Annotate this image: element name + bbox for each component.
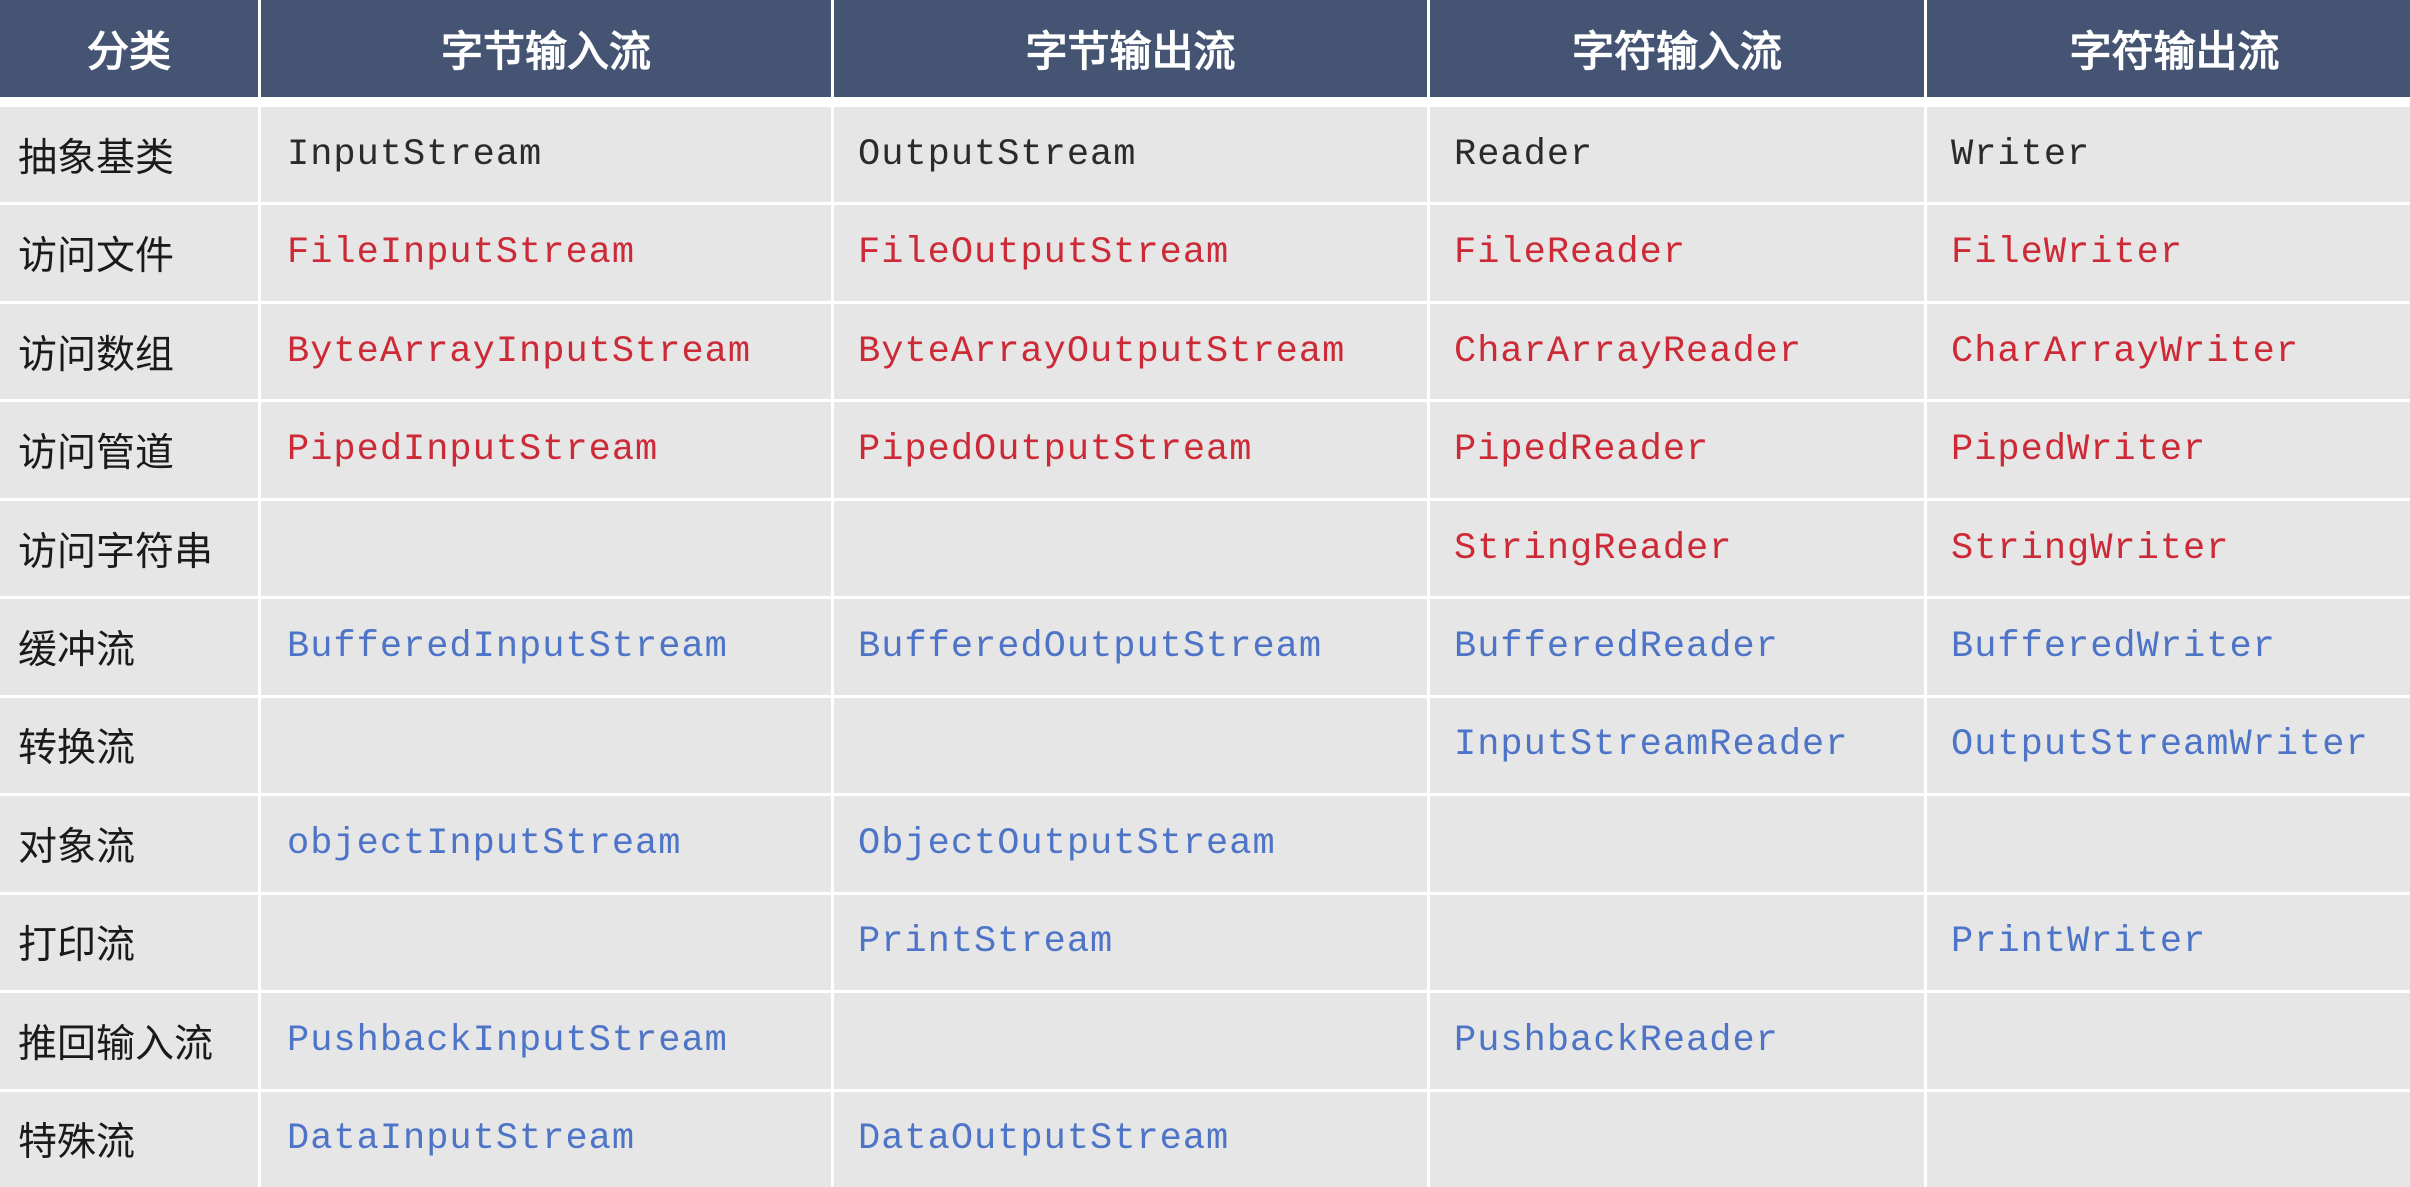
row-category: 访问文件	[0, 205, 258, 301]
byte-output-cell: BufferedOutputStream	[834, 599, 1427, 695]
char-output-cell: FileWriter	[1927, 205, 2410, 301]
byte-input-cell: ByteArrayInputStream	[261, 303, 831, 400]
char-output-cell: Writer	[1927, 107, 2410, 203]
header-byte-output: 字节输出流	[834, 0, 1427, 104]
byte-output-cell	[834, 993, 1427, 1089]
byte-input-cell: PipedInputStream	[261, 402, 831, 498]
char-input-cell: CharArrayReader	[1430, 303, 1924, 400]
byte-output-cell: FileOutputStream	[834, 205, 1427, 301]
byte-input-cell: InputStream	[261, 107, 831, 203]
char-input-cell: BufferedReader	[1430, 599, 1924, 695]
byte-output-cell	[834, 697, 1427, 794]
char-output-cell: StringWriter	[1927, 500, 2410, 597]
char-input-cell: PushbackReader	[1430, 993, 1924, 1089]
char-output-cell	[1927, 993, 2410, 1089]
row-category: 对象流	[0, 796, 258, 892]
char-input-cell: StringReader	[1430, 500, 1924, 597]
io-stream-table: 分类 字节输入流 字节输出流 字符输入流 字符输出流 抽象基类 InputStr…	[0, 0, 2410, 1187]
char-input-cell	[1430, 796, 1924, 892]
header-char-input: 字符输入流	[1430, 0, 1924, 104]
row-category: 转换流	[0, 697, 258, 794]
char-output-cell: OutputStreamWriter	[1927, 697, 2410, 794]
char-output-cell	[1927, 1091, 2410, 1187]
header-char-output: 字符输出流	[1927, 0, 2410, 104]
byte-input-cell: FileInputStream	[261, 205, 831, 301]
byte-input-cell: objectInputStream	[261, 796, 831, 892]
row-category: 打印流	[0, 894, 258, 991]
byte-input-cell: PushbackInputStream	[261, 993, 831, 1089]
byte-input-cell	[261, 697, 831, 794]
char-output-cell	[1927, 796, 2410, 892]
byte-output-cell: ObjectOutputStream	[834, 796, 1427, 892]
row-category: 访问管道	[0, 402, 258, 498]
char-input-cell: Reader	[1430, 107, 1924, 203]
byte-input-cell: DataInputStream	[261, 1091, 831, 1187]
byte-output-cell: ByteArrayOutputStream	[834, 303, 1427, 400]
row-category: 缓冲流	[0, 599, 258, 695]
row-category: 访问数组	[0, 303, 258, 400]
char-output-cell: PrintWriter	[1927, 894, 2410, 991]
byte-output-cell: DataOutputStream	[834, 1091, 1427, 1187]
byte-output-cell: OutputStream	[834, 107, 1427, 203]
char-input-cell: FileReader	[1430, 205, 1924, 301]
byte-output-cell: PrintStream	[834, 894, 1427, 991]
char-input-cell: InputStreamReader	[1430, 697, 1924, 794]
char-input-cell	[1430, 894, 1924, 991]
byte-input-cell	[261, 894, 831, 991]
row-category: 访问字符串	[0, 500, 258, 597]
char-input-cell: PipedReader	[1430, 402, 1924, 498]
byte-input-cell: BufferedInputStream	[261, 599, 831, 695]
header-byte-input: 字节输入流	[261, 0, 831, 104]
char-input-cell	[1430, 1091, 1924, 1187]
byte-input-cell	[261, 500, 831, 597]
row-category: 特殊流	[0, 1091, 258, 1187]
row-category: 推回输入流	[0, 993, 258, 1089]
header-category: 分类	[0, 0, 258, 104]
char-output-cell: BufferedWriter	[1927, 599, 2410, 695]
byte-output-cell: PipedOutputStream	[834, 402, 1427, 498]
char-output-cell: CharArrayWriter	[1927, 303, 2410, 400]
byte-output-cell	[834, 500, 1427, 597]
row-category: 抽象基类	[0, 107, 258, 203]
char-output-cell: PipedWriter	[1927, 402, 2410, 498]
